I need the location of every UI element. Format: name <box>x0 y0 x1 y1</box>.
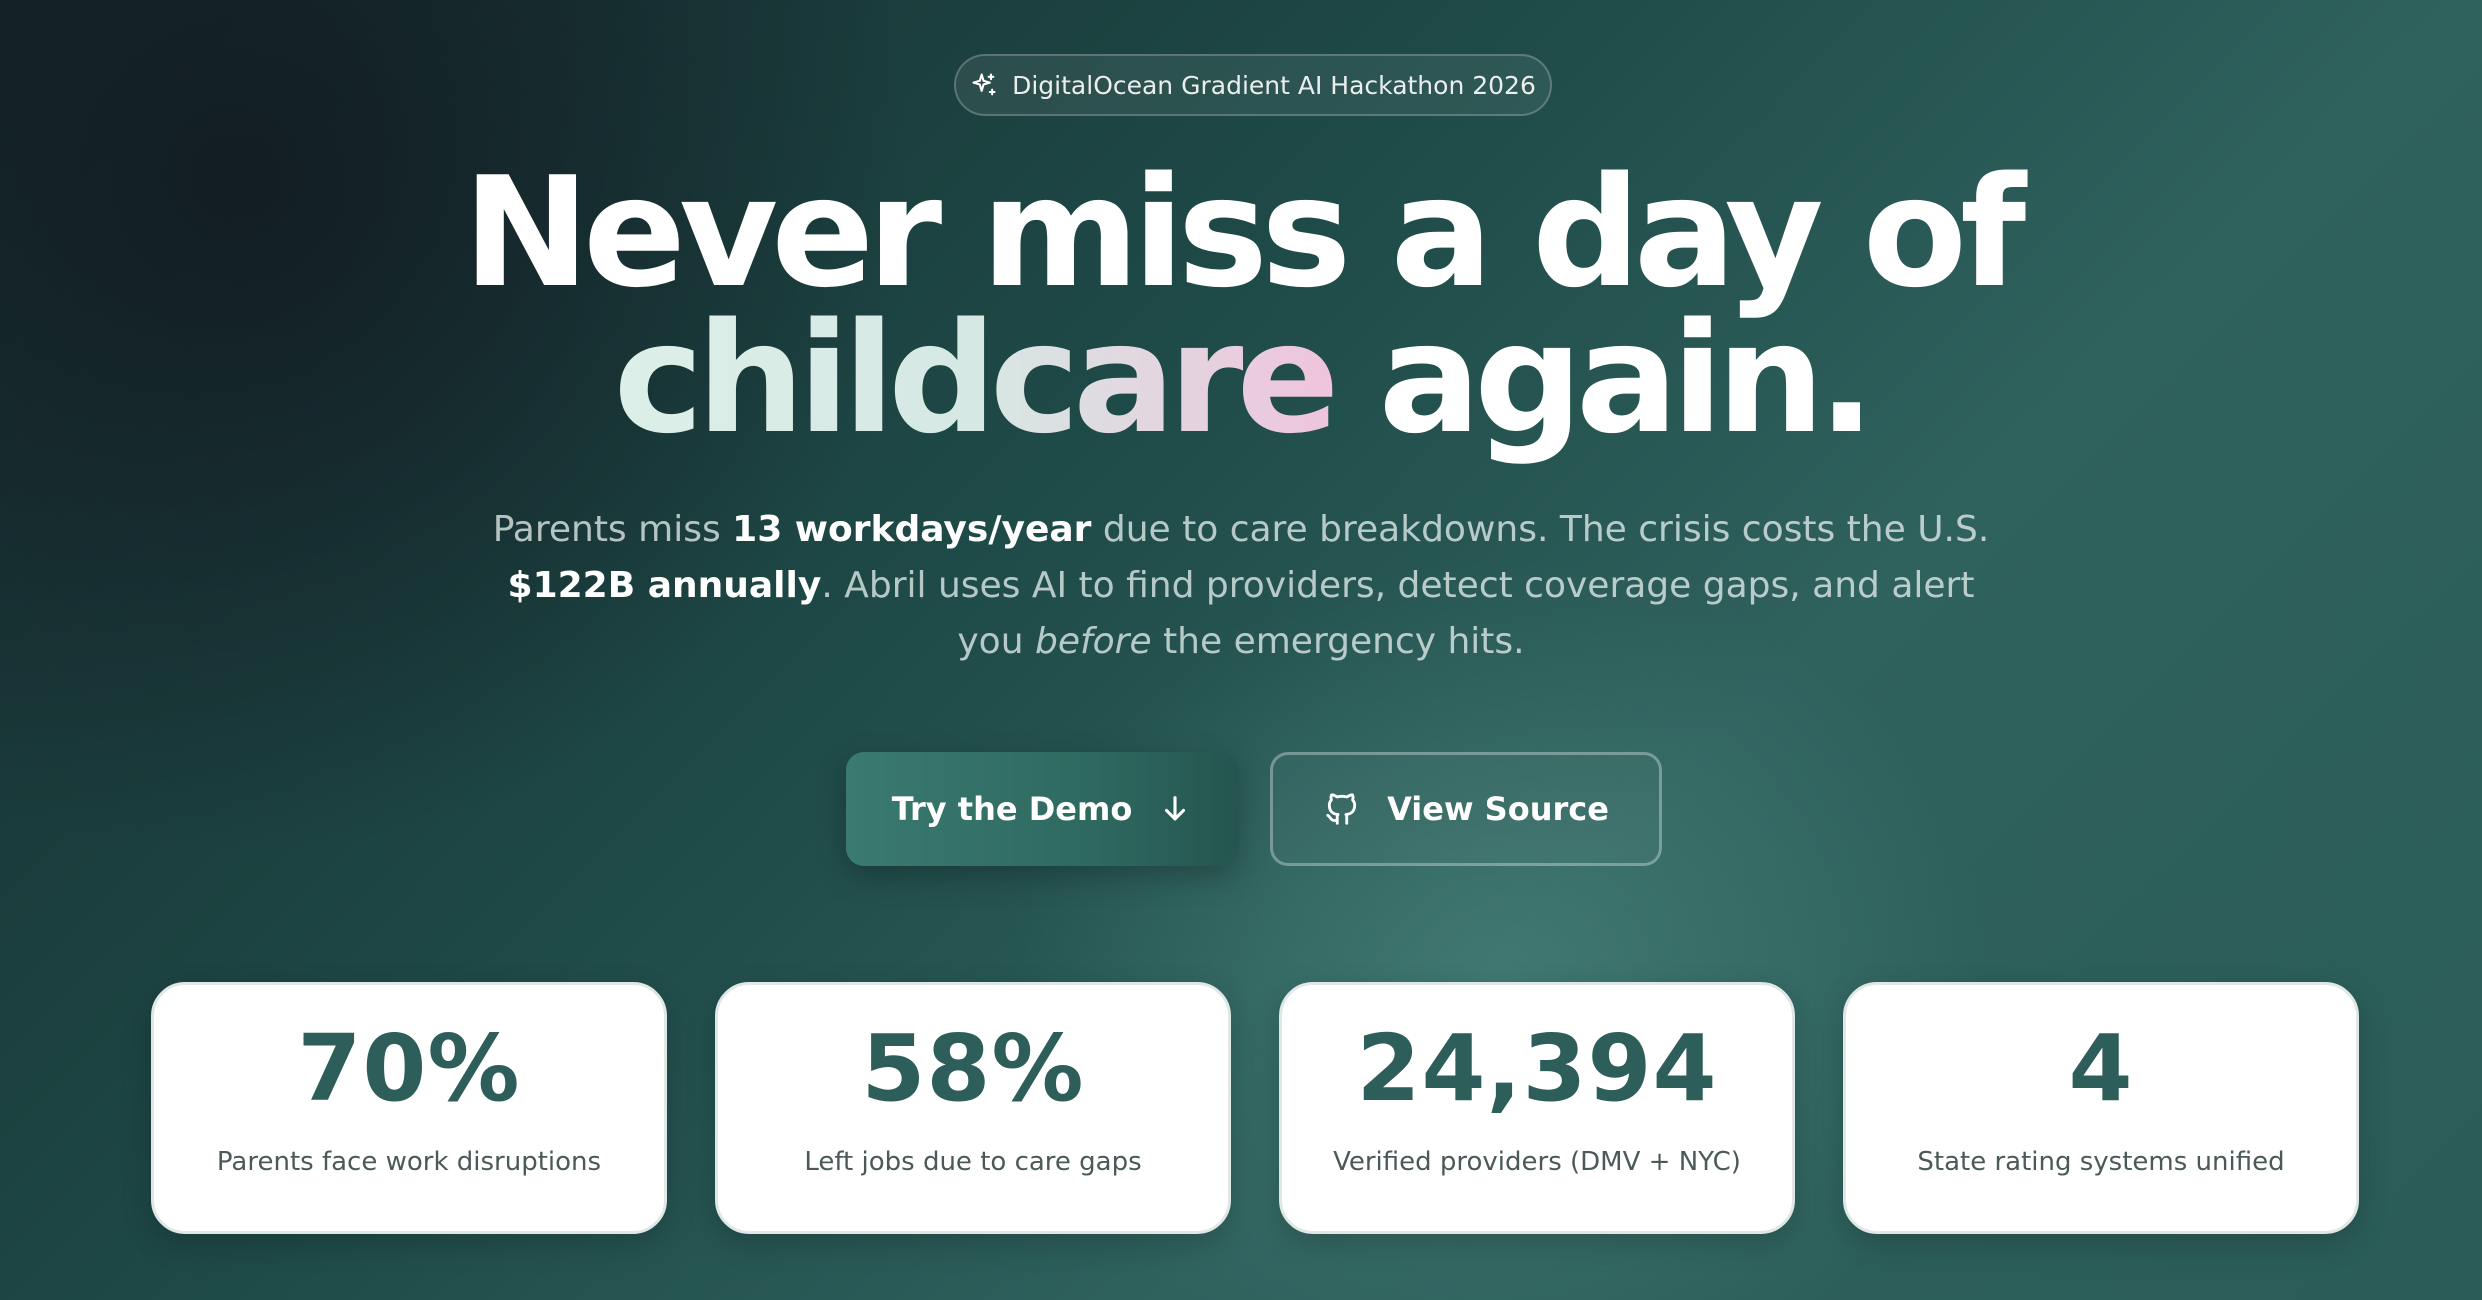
badge-label: DigitalOcean Gradient AI Hackathon 2026 <box>1012 70 1536 100</box>
page-headline: Never miss a day of childcare again. <box>0 144 2482 455</box>
headline-line-2-rest: again. <box>1332 290 1875 467</box>
headline-line-1: Never miss a day of <box>462 144 2026 321</box>
stat-label: Verified providers (DMV + NYC) <box>1333 1147 1741 1177</box>
stat-label: State rating systems unified <box>1917 1147 2285 1177</box>
stat-card: 70% Parents face work disruptions <box>151 982 667 1234</box>
try-demo-label: Try the Demo <box>891 790 1133 828</box>
try-demo-button[interactable]: Try the Demo <box>846 752 1238 866</box>
desc-text-2: due to care breakdowns. The crisis costs… <box>1091 509 1990 550</box>
desc-stat-cost: $122B annually <box>507 565 822 606</box>
desc-text-4: the emergency hits. <box>1151 621 1525 662</box>
stat-card: 58% Left jobs due to care gaps <box>715 982 1231 1234</box>
hackathon-badge: DigitalOcean Gradient AI Hackathon 2026 <box>954 54 1552 116</box>
stat-value: 24,394 <box>1356 1015 1718 1122</box>
stat-card: 24,394 Verified providers (DMV + NYC) <box>1279 982 1795 1234</box>
sparkle-icon <box>972 73 996 96</box>
github-icon <box>1326 793 1357 825</box>
headline-line-2: childcare again. <box>0 303 2482 455</box>
desc-stat-workdays: 13 workdays/year <box>732 509 1092 550</box>
stat-value: 58% <box>861 1015 1085 1122</box>
desc-emphasis: before <box>1034 621 1152 662</box>
hero-description: Parents miss 13 workdays/year due to car… <box>491 502 1991 670</box>
desc-text-1: Parents miss <box>492 509 733 550</box>
view-source-button[interactable]: View Source <box>1270 752 1662 866</box>
stat-label: Parents face work disruptions <box>216 1147 602 1177</box>
stat-card: 4 State rating systems unified <box>1843 982 2359 1234</box>
stat-value: 70% <box>297 1015 521 1122</box>
headline-highlight-word: childcare <box>613 290 1340 467</box>
stat-value: 4 <box>2068 1015 2134 1122</box>
arrow-down-icon <box>1165 796 1186 821</box>
stat-label: Left jobs due to care gaps <box>804 1147 1142 1177</box>
view-source-label: View Source <box>1387 790 1609 828</box>
hero-section: DigitalOcean Gradient AI Hackathon 2026 … <box>0 0 2482 1300</box>
